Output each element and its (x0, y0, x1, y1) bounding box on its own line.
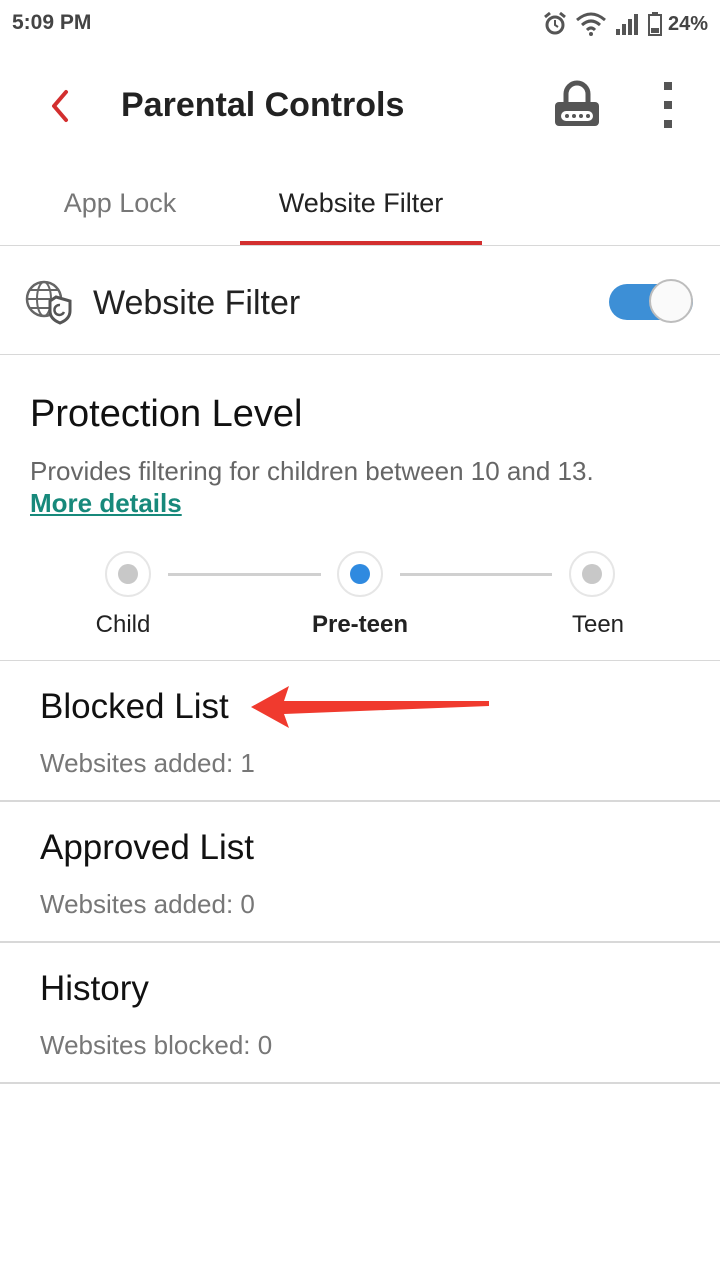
alarm-icon (542, 11, 568, 37)
website-filter-row: Website Filter (0, 246, 720, 355)
level-preteen-radio[interactable] (337, 551, 383, 597)
back-button[interactable] (42, 84, 82, 128)
protection-level-description: Provides filtering for children between … (30, 456, 594, 486)
status-time: 5:09 PM (12, 11, 92, 34)
page-title: Parental Controls (121, 86, 405, 124)
approved-list-title: Approved List (40, 828, 255, 867)
toggle-knob (649, 279, 693, 323)
protection-level-title: Protection Level (30, 393, 303, 435)
website-filter-toggle[interactable] (609, 279, 697, 325)
globe-shield-icon (24, 279, 74, 325)
approved-list-row[interactable]: Approved List Websites added: 0 (0, 801, 720, 943)
more-options-button[interactable] (650, 78, 686, 132)
level-connector (400, 573, 552, 576)
signal-icon (614, 11, 642, 37)
status-icons: 24% (542, 10, 708, 38)
wifi-icon (574, 11, 608, 37)
tab-website-filter[interactable]: Website Filter (240, 170, 482, 245)
battery-percent: 24% (667, 12, 708, 35)
level-teen-label: Teen (571, 611, 625, 638)
lock-pin-icon (555, 80, 599, 126)
website-filter-label: Website Filter (93, 284, 301, 322)
more-vert-icon (664, 82, 672, 128)
tab-bar: App Lock Website Filter (0, 170, 720, 246)
status-bar: 5:09 PM 24% (0, 0, 720, 50)
level-child-radio[interactable] (105, 551, 151, 597)
level-child-label: Child (95, 611, 151, 638)
more-details-link[interactable]: More details (30, 488, 182, 519)
protection-level-section: Protection Level Provides filtering for … (0, 355, 720, 661)
history-row[interactable]: History Websites blocked: 0 (0, 942, 720, 1084)
tab-app-lock[interactable]: App Lock (0, 170, 240, 242)
app-bar: Parental Controls (0, 60, 720, 150)
history-title: History (40, 969, 149, 1008)
annotation-arrow-icon (251, 686, 489, 728)
level-teen-radio[interactable] (569, 551, 615, 597)
blocked-list-row[interactable]: Blocked List Websites added: 1 (0, 660, 720, 802)
approved-list-count: Websites added: 0 (40, 889, 255, 919)
battery-icon (647, 12, 662, 36)
blocked-list-title: Blocked List (40, 687, 229, 726)
level-preteen-label: Pre-teen (311, 611, 409, 638)
history-count: Websites blocked: 0 (40, 1030, 273, 1060)
blocked-list-count: Websites added: 1 (40, 748, 255, 778)
chevron-left-icon (52, 90, 68, 122)
level-connector (168, 573, 321, 576)
lock-button[interactable] (550, 78, 604, 132)
